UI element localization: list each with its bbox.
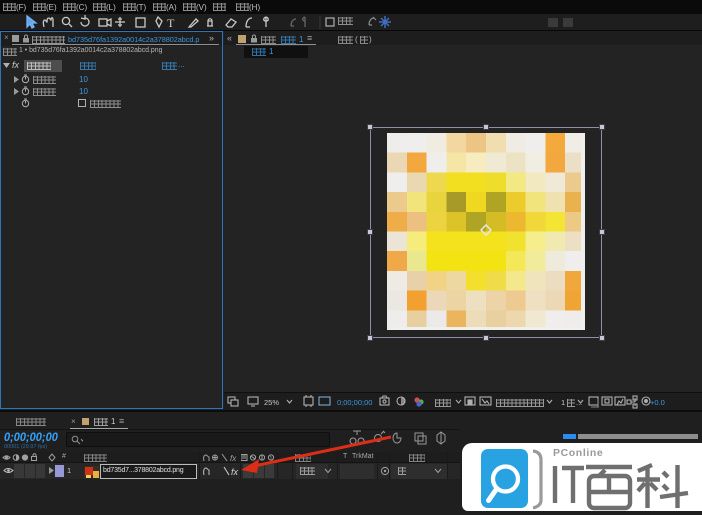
svg-text:T: T [167, 16, 175, 30]
